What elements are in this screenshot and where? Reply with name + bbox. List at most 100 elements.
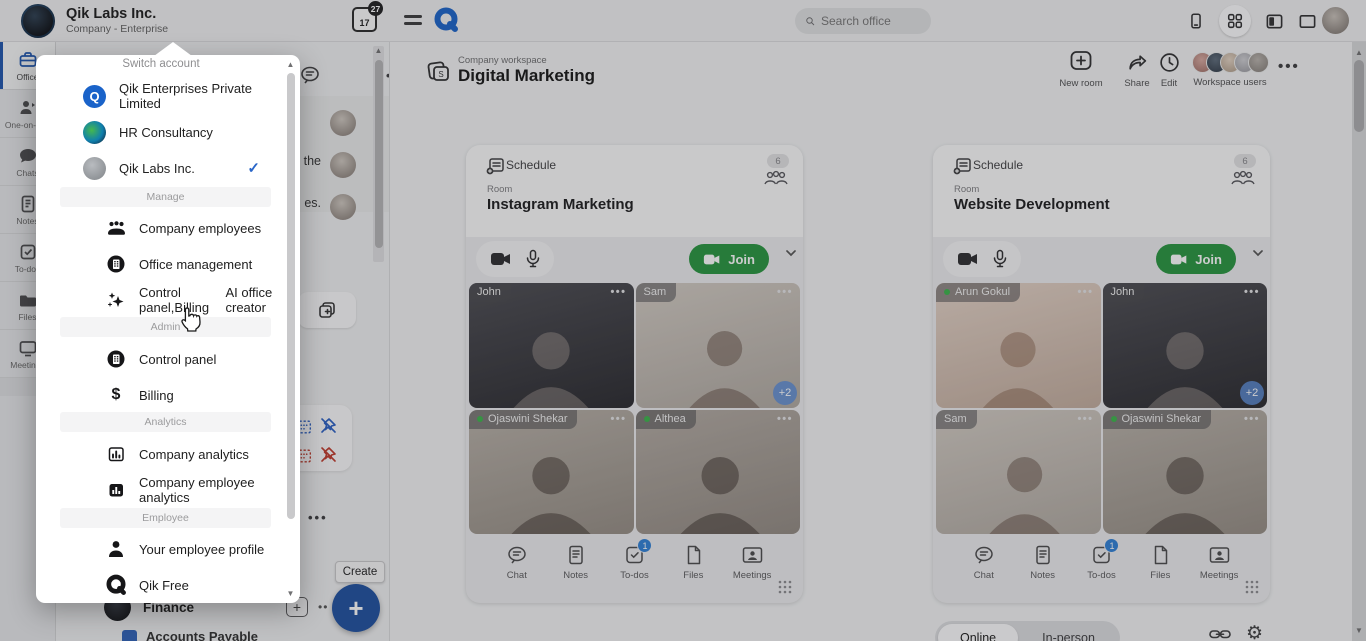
participant-tile[interactable]: Sam ••• bbox=[936, 410, 1101, 535]
tab-in-person[interactable]: In-person bbox=[1020, 624, 1117, 641]
tool-meetings[interactable]: Meetings bbox=[1193, 544, 1245, 601]
menu-item-qik-free[interactable]: Qik Free bbox=[36, 567, 284, 603]
join-options-chevron-icon[interactable] bbox=[785, 249, 797, 257]
settings-gear-icon[interactable]: ⚙ bbox=[1246, 622, 1263, 641]
tool-todos[interactable]: 1 To-dos bbox=[608, 544, 660, 601]
split-view-icon[interactable] bbox=[1264, 11, 1284, 31]
fullscreen-view-icon[interactable] bbox=[1297, 11, 1317, 31]
menu-icon[interactable] bbox=[404, 15, 422, 29]
account-item-qik-enterprises[interactable]: Q Qik Enterprises Private Limited bbox=[36, 78, 284, 114]
participant-name-pill: Sam bbox=[636, 283, 677, 302]
menu-item-office-management[interactable]: Office management bbox=[36, 246, 284, 282]
participant-tile[interactable]: Sam ••• +2 bbox=[636, 283, 801, 408]
menu-item-company-employees[interactable]: Company employees bbox=[36, 210, 284, 246]
selected-check-icon: ✓ bbox=[247, 159, 260, 177]
participants-icon[interactable] bbox=[1228, 170, 1258, 188]
workspace-stack-icon: S bbox=[425, 58, 453, 86]
join-button[interactable]: Join bbox=[1156, 244, 1236, 274]
unpin-blue-icon[interactable] bbox=[318, 416, 338, 436]
tile-more-icon[interactable]: ••• bbox=[1244, 286, 1260, 298]
search-bar[interactable] bbox=[795, 8, 931, 34]
create-fab[interactable]: + bbox=[332, 584, 380, 632]
tile-more-icon[interactable]: ••• bbox=[610, 413, 626, 425]
tool-files[interactable]: Files bbox=[667, 544, 719, 601]
company-logo[interactable] bbox=[21, 4, 55, 38]
section-header-manage: Manage bbox=[60, 187, 271, 207]
menu-item-billing[interactable]: $ Billing bbox=[36, 377, 284, 413]
account-item-qik-labs[interactable]: Qik Labs Inc. ✓ bbox=[36, 150, 284, 186]
scroll-up-icon[interactable]: ▲ bbox=[373, 46, 384, 55]
company-name[interactable]: Qik Labs Inc. bbox=[66, 6, 156, 22]
mic-icon[interactable] bbox=[993, 249, 1007, 269]
join-options-chevron-icon[interactable] bbox=[1252, 249, 1264, 257]
mobile-view-icon[interactable] bbox=[1186, 11, 1206, 31]
finance-more-icon[interactable]: •• bbox=[318, 600, 328, 614]
menu-item-control-panel[interactable]: Control panel bbox=[36, 341, 284, 377]
participant-tile[interactable]: Althea ••• bbox=[636, 410, 801, 535]
new-room-button[interactable]: New room bbox=[1050, 48, 1112, 89]
workspace-more-icon[interactable]: ••• bbox=[1278, 58, 1300, 75]
message-avatar[interactable] bbox=[330, 110, 356, 136]
tool-notes[interactable]: Notes bbox=[1017, 544, 1069, 601]
scroll-down-icon[interactable]: ▼ bbox=[1352, 626, 1366, 635]
tile-more-icon[interactable]: ••• bbox=[1077, 413, 1093, 425]
create-button[interactable]: Create bbox=[335, 561, 385, 583]
message-avatar[interactable] bbox=[330, 194, 356, 220]
menu-scrollbar[interactable]: ▲ ▼ bbox=[285, 60, 296, 598]
room-name[interactable]: Instagram Marketing bbox=[487, 196, 634, 213]
new-item-button[interactable] bbox=[298, 292, 356, 328]
main-scrollbar[interactable]: ▲ ▼ bbox=[1352, 42, 1366, 641]
accounts-payable-label[interactable]: Accounts Payable bbox=[146, 629, 258, 641]
search-input[interactable] bbox=[821, 14, 921, 28]
tool-files[interactable]: Files bbox=[1134, 544, 1186, 601]
scroll-down-icon[interactable]: ▼ bbox=[285, 589, 296, 598]
room-name[interactable]: Website Development bbox=[954, 196, 1110, 213]
menu-item-company-employee-analytics[interactable]: Company employee analytics bbox=[36, 472, 284, 508]
tool-todos[interactable]: 1 To-dos bbox=[1075, 544, 1127, 601]
workspace-users-button[interactable]: Workspace users bbox=[1182, 52, 1278, 88]
menu-item-company-analytics[interactable]: Company analytics bbox=[36, 436, 284, 472]
one-on-one-icon bbox=[18, 98, 38, 118]
tool-notes[interactable]: Notes bbox=[550, 544, 602, 601]
scroll-up-icon[interactable]: ▲ bbox=[1352, 48, 1366, 57]
panel-more-icon[interactable]: ••• bbox=[386, 68, 390, 83]
unpin-red-icon[interactable] bbox=[318, 445, 338, 465]
tile-more-icon[interactable]: ••• bbox=[1244, 413, 1260, 425]
schedule-label[interactable]: Schedule bbox=[973, 158, 1023, 172]
participant-tile[interactable]: Ojaswini Shekar ••• bbox=[469, 410, 634, 535]
message-avatar[interactable] bbox=[330, 152, 356, 178]
extra-participants-badge[interactable]: +2 bbox=[773, 381, 797, 405]
tile-more-icon[interactable]: ••• bbox=[610, 286, 626, 298]
camera-icon[interactable] bbox=[490, 251, 512, 267]
tile-more-icon[interactable]: ••• bbox=[777, 413, 793, 425]
join-button[interactable]: Join bbox=[689, 244, 769, 274]
user-avatar[interactable] bbox=[1322, 7, 1349, 34]
account-item-hr-consultancy[interactable]: HR Consultancy bbox=[36, 114, 284, 150]
menu-item-your-employee-profile[interactable]: Your employee profile bbox=[36, 531, 284, 567]
participant-tile[interactable]: Arun Gokul ••• bbox=[936, 283, 1101, 408]
panel-scrollbar[interactable]: ▲ bbox=[373, 46, 384, 262]
scroll-up-icon[interactable]: ▲ bbox=[285, 60, 296, 69]
tile-more-icon[interactable]: ••• bbox=[1077, 286, 1093, 298]
menu-item-ai-office-creator[interactable]: Control panel,Billing AI office creator bbox=[36, 282, 284, 318]
participants-icon[interactable] bbox=[761, 170, 791, 188]
link-icon[interactable] bbox=[1208, 624, 1232, 641]
mic-icon[interactable] bbox=[526, 249, 540, 269]
tool-meetings[interactable]: Meetings bbox=[726, 544, 778, 601]
qik-logo-icon[interactable] bbox=[433, 7, 459, 33]
resize-grid-icon[interactable] bbox=[1244, 579, 1260, 595]
participant-tile[interactable]: Ojaswini Shekar ••• bbox=[1103, 410, 1268, 535]
participant-tile[interactable]: John ••• +2 bbox=[1103, 283, 1268, 408]
tile-more-icon[interactable]: ••• bbox=[777, 286, 793, 298]
schedule-label[interactable]: Schedule bbox=[506, 158, 556, 172]
camera-icon[interactable] bbox=[957, 251, 979, 267]
tool-chat[interactable]: Chat bbox=[958, 544, 1010, 601]
tab-online[interactable]: Online bbox=[938, 624, 1018, 641]
section-more-icon[interactable]: ••• bbox=[308, 510, 328, 525]
resize-grid-icon[interactable] bbox=[777, 579, 793, 595]
tool-chat[interactable]: Chat bbox=[491, 544, 543, 601]
grid-view-icon[interactable] bbox=[1219, 5, 1251, 37]
extra-participants-badge[interactable]: +2 bbox=[1240, 381, 1264, 405]
participant-tile[interactable]: John ••• bbox=[469, 283, 634, 408]
chat-bubble-icon[interactable] bbox=[299, 64, 321, 86]
